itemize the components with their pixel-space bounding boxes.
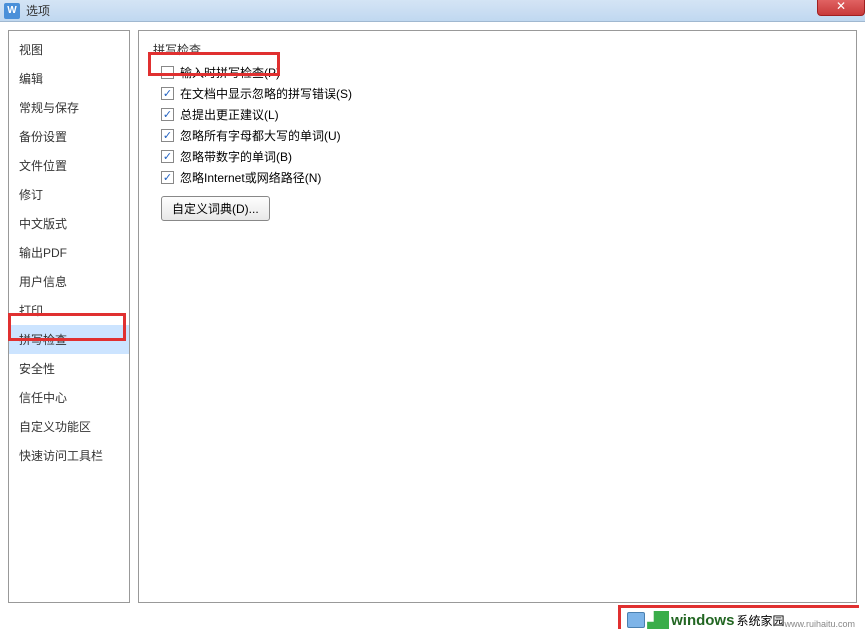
- sidebar-item-customize-ribbon[interactable]: 自定义功能区: [9, 412, 129, 441]
- sidebar: 视图 编辑 常规与保存 备份设置 文件位置 修订 中文版式 输出PDF 用户信息…: [8, 30, 130, 603]
- checkbox-spell-while-typing[interactable]: [161, 66, 174, 79]
- custom-dictionary-button[interactable]: 自定义词典(D)...: [161, 196, 270, 221]
- check-label: 总提出更正建议(L): [180, 106, 279, 123]
- sidebar-item-user-info[interactable]: 用户信息: [9, 267, 129, 296]
- check-row-ignore-numbers: ✓ 忽略带数字的单词(B): [153, 146, 842, 167]
- sidebar-item-trust-center[interactable]: 信任中心: [9, 383, 129, 412]
- main-area: 视图 编辑 常规与保存 备份设置 文件位置 修订 中文版式 输出PDF 用户信息…: [0, 22, 865, 611]
- group-title: 拼写检查: [153, 41, 842, 62]
- sidebar-item-chinese-layout[interactable]: 中文版式: [9, 209, 129, 238]
- check-row-suggest: ✓ 总提出更正建议(L): [153, 104, 842, 125]
- sidebar-item-edit[interactable]: 编辑: [9, 64, 129, 93]
- checkbox-show-ignored[interactable]: ✓: [161, 87, 174, 100]
- close-icon: ✕: [836, 0, 846, 13]
- check-label: 忽略所有字母都大写的单词(U): [180, 127, 341, 144]
- check-label: 输入时拼写检查(P): [180, 64, 280, 81]
- sidebar-item-backup[interactable]: 备份设置: [9, 122, 129, 151]
- watermark-icon-1: [627, 612, 645, 628]
- app-icon: W: [4, 3, 20, 19]
- sidebar-item-security[interactable]: 安全性: [9, 354, 129, 383]
- titlebar: W 选项 ✕: [0, 0, 865, 22]
- checkbox-ignore-internet[interactable]: ✓: [161, 171, 174, 184]
- check-label: 忽略Internet或网络路径(N): [180, 169, 321, 186]
- watermark-url: www.ruihaitu.com: [784, 619, 855, 629]
- sidebar-item-quick-access[interactable]: 快速访问工具栏: [9, 441, 129, 470]
- check-label: 在文档中显示忽略的拼写错误(S): [180, 85, 352, 102]
- check-row-spell-while-typing: 输入时拼写检查(P): [153, 62, 842, 83]
- check-label: 忽略带数字的单词(B): [180, 148, 292, 165]
- sidebar-item-revision[interactable]: 修订: [9, 180, 129, 209]
- checkbox-ignore-numbers[interactable]: ✓: [161, 150, 174, 163]
- close-button[interactable]: ✕: [817, 0, 865, 16]
- check-row-show-ignored: ✓ 在文档中显示忽略的拼写错误(S): [153, 83, 842, 104]
- checkbox-ignore-uppercase[interactable]: ✓: [161, 129, 174, 142]
- window-title: 选项: [26, 2, 50, 19]
- sidebar-item-print[interactable]: 打印: [9, 296, 129, 325]
- sidebar-item-view[interactable]: 视图: [9, 35, 129, 64]
- sidebar-item-spellcheck[interactable]: 拼写检查: [9, 325, 129, 354]
- watermark-suffix: 系统家园: [736, 612, 784, 629]
- sidebar-item-file-location[interactable]: 文件位置: [9, 151, 129, 180]
- watermark-icon-2: [647, 611, 669, 629]
- sidebar-item-output-pdf[interactable]: 输出PDF: [9, 238, 129, 267]
- check-row-ignore-uppercase: ✓ 忽略所有字母都大写的单词(U): [153, 125, 842, 146]
- check-row-ignore-internet: ✓ 忽略Internet或网络路径(N): [153, 167, 842, 188]
- watermark-text: windows: [671, 612, 734, 629]
- sidebar-item-general-save[interactable]: 常规与保存: [9, 93, 129, 122]
- content-panel: 拼写检查 输入时拼写检查(P) ✓ 在文档中显示忽略的拼写错误(S) ✓ 总提出…: [138, 30, 857, 603]
- checkbox-suggest[interactable]: ✓: [161, 108, 174, 121]
- watermark: windows 系统家园 www.ruihaitu.com: [618, 605, 859, 629]
